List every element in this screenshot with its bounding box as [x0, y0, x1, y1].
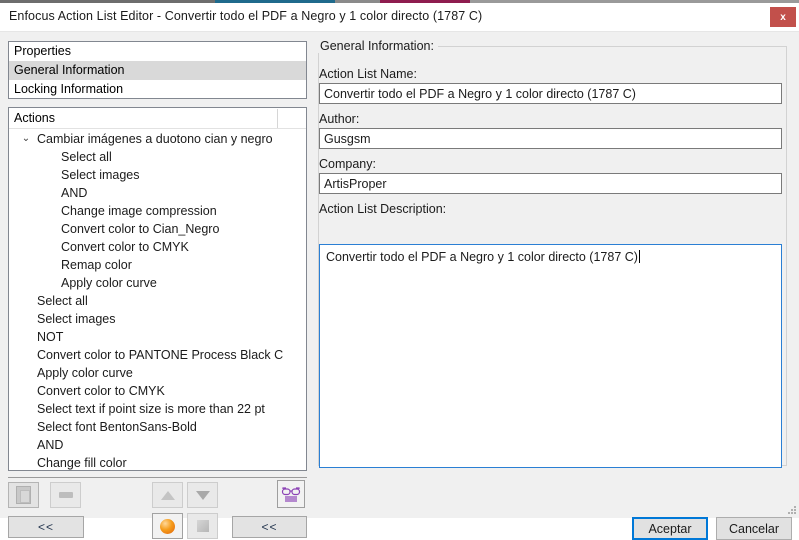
action-list-name-input[interactable] [319, 83, 782, 104]
title-bar: Enfocus Action List Editor - Convertir t… [0, 3, 799, 32]
action-row[interactable]: Select all [9, 148, 306, 166]
action-row-label: Convert color to PANTONE Process Black C [37, 348, 284, 362]
author-label: Author: [319, 112, 360, 126]
action-row[interactable]: Select images [9, 310, 306, 328]
dialog-client-area: Properties General Information Locking I… [0, 32, 799, 540]
close-icon[interactable]: x [770, 7, 796, 27]
action-row-label: Convert color to Cian_Negro [61, 222, 220, 236]
action-row[interactable]: Apply color curve [9, 364, 306, 382]
glasses-icon [281, 485, 301, 503]
action-row-label: NOT [37, 330, 64, 344]
remove-action-button[interactable] [50, 482, 81, 508]
accept-button[interactable]: Aceptar [632, 517, 708, 540]
action-row[interactable]: AND [9, 184, 306, 202]
action-list-editor-window: Enfocus Action List Editor - Convertir t… [0, 0, 799, 540]
stop-button[interactable] [187, 513, 218, 539]
action-row[interactable]: Convert color to Cian_Negro [9, 220, 306, 238]
gray-square-icon [196, 520, 209, 532]
move-down-button[interactable] [187, 482, 218, 508]
preview-button[interactable] [277, 480, 305, 508]
action-row-label: Cambiar imágenes a duotono cian y negro [37, 132, 273, 146]
action-row[interactable]: Convert color to PANTONE Process Black C [9, 346, 306, 364]
actions-panel[interactable]: Actions ⌄ Cambiar imágenes a duotono cian… [8, 107, 307, 471]
action-row[interactable]: Select text if point size is more than 2… [9, 400, 306, 418]
company-label: Company: [319, 157, 376, 171]
action-row[interactable]: Convert color to CMYK [9, 238, 306, 256]
resize-grip[interactable] [787, 506, 797, 516]
action-row-label: Change image compression [61, 204, 217, 218]
window-title: Enfocus Action List Editor - Convertir t… [9, 9, 483, 23]
duplicate-action-button[interactable] [8, 482, 39, 508]
action-row[interactable]: AND [9, 436, 306, 454]
action-row-label: Select images [61, 168, 140, 182]
action-row-label: Select font BentonSans-Bold [37, 420, 197, 434]
action-row-label: AND [61, 186, 88, 200]
cancel-button[interactable]: Cancelar [716, 517, 792, 540]
action-list-name-label: Action List Name: [319, 67, 417, 81]
chevron-down-icon[interactable]: ⌄ [20, 130, 32, 148]
properties-list-item-general-information[interactable]: General Information [9, 61, 306, 80]
action-row-label: AND [37, 438, 64, 452]
color-swatch-button[interactable] [152, 513, 183, 539]
action-row[interactable]: Select font BentonSans-Bold [9, 418, 306, 436]
author-input[interactable] [319, 128, 782, 149]
orange-sphere-icon [160, 518, 175, 534]
properties-list-item-locking-information[interactable]: Locking Information [9, 80, 306, 98]
action-row-label: Apply color curve [37, 366, 133, 380]
action-list-description-label: Action List Description: [319, 202, 447, 216]
triangle-down-icon [195, 490, 210, 500]
document-copy-icon [16, 486, 31, 504]
description-text: Convertir todo el PDF a Negro y 1 color … [326, 250, 638, 264]
action-row-label: Select all [37, 294, 88, 308]
action-row[interactable]: Change fill color [9, 454, 306, 470]
general-information-group-title: General Information: [318, 39, 438, 53]
action-row[interactable]: Select all [9, 292, 306, 310]
company-input[interactable] [319, 173, 782, 194]
action-row[interactable]: Convert color to CMYK [9, 382, 306, 400]
move-up-button[interactable] [152, 482, 183, 508]
action-row[interactable]: Apply color curve [9, 274, 306, 292]
toolbar-divider [8, 477, 307, 478]
triangle-up-icon [160, 490, 175, 500]
actions-tree[interactable]: ⌄ Cambiar imágenes a duotono cian y negro… [9, 129, 306, 470]
collapse-left-button[interactable]: << [8, 516, 84, 538]
minus-icon [58, 492, 73, 498]
action-row-label: Remap color [61, 258, 132, 272]
action-row[interactable]: ⌄ Cambiar imágenes a duotono cian y negro [9, 130, 306, 148]
action-row[interactable]: Select images [9, 166, 306, 184]
actions-column-header: Actions [14, 111, 55, 125]
actions-panel-header: Actions [9, 108, 306, 129]
action-row-label: Change fill color [37, 456, 127, 470]
group-top-border [432, 46, 787, 47]
action-row-label: Select text if point size is more than 2… [37, 402, 265, 416]
action-row-label: Convert color to CMYK [61, 240, 189, 254]
column-separator[interactable] [277, 109, 278, 128]
action-row[interactable]: Change image compression [9, 202, 306, 220]
action-row-label: Select images [37, 312, 116, 326]
action-row-label: Apply color curve [61, 276, 157, 290]
properties-list-item-properties[interactable]: Properties [9, 42, 306, 61]
text-caret [638, 250, 640, 263]
action-row-label: Convert color to CMYK [37, 384, 165, 398]
properties-list[interactable]: Properties General Information Locking I… [8, 41, 307, 99]
collapse-right-button[interactable]: << [232, 516, 307, 538]
action-row[interactable]: NOT [9, 328, 306, 346]
action-row[interactable]: Remap color [9, 256, 306, 274]
action-list-description-textarea[interactable]: Convertir todo el PDF a Negro y 1 color … [319, 244, 782, 468]
action-row-label: Select all [61, 150, 112, 164]
